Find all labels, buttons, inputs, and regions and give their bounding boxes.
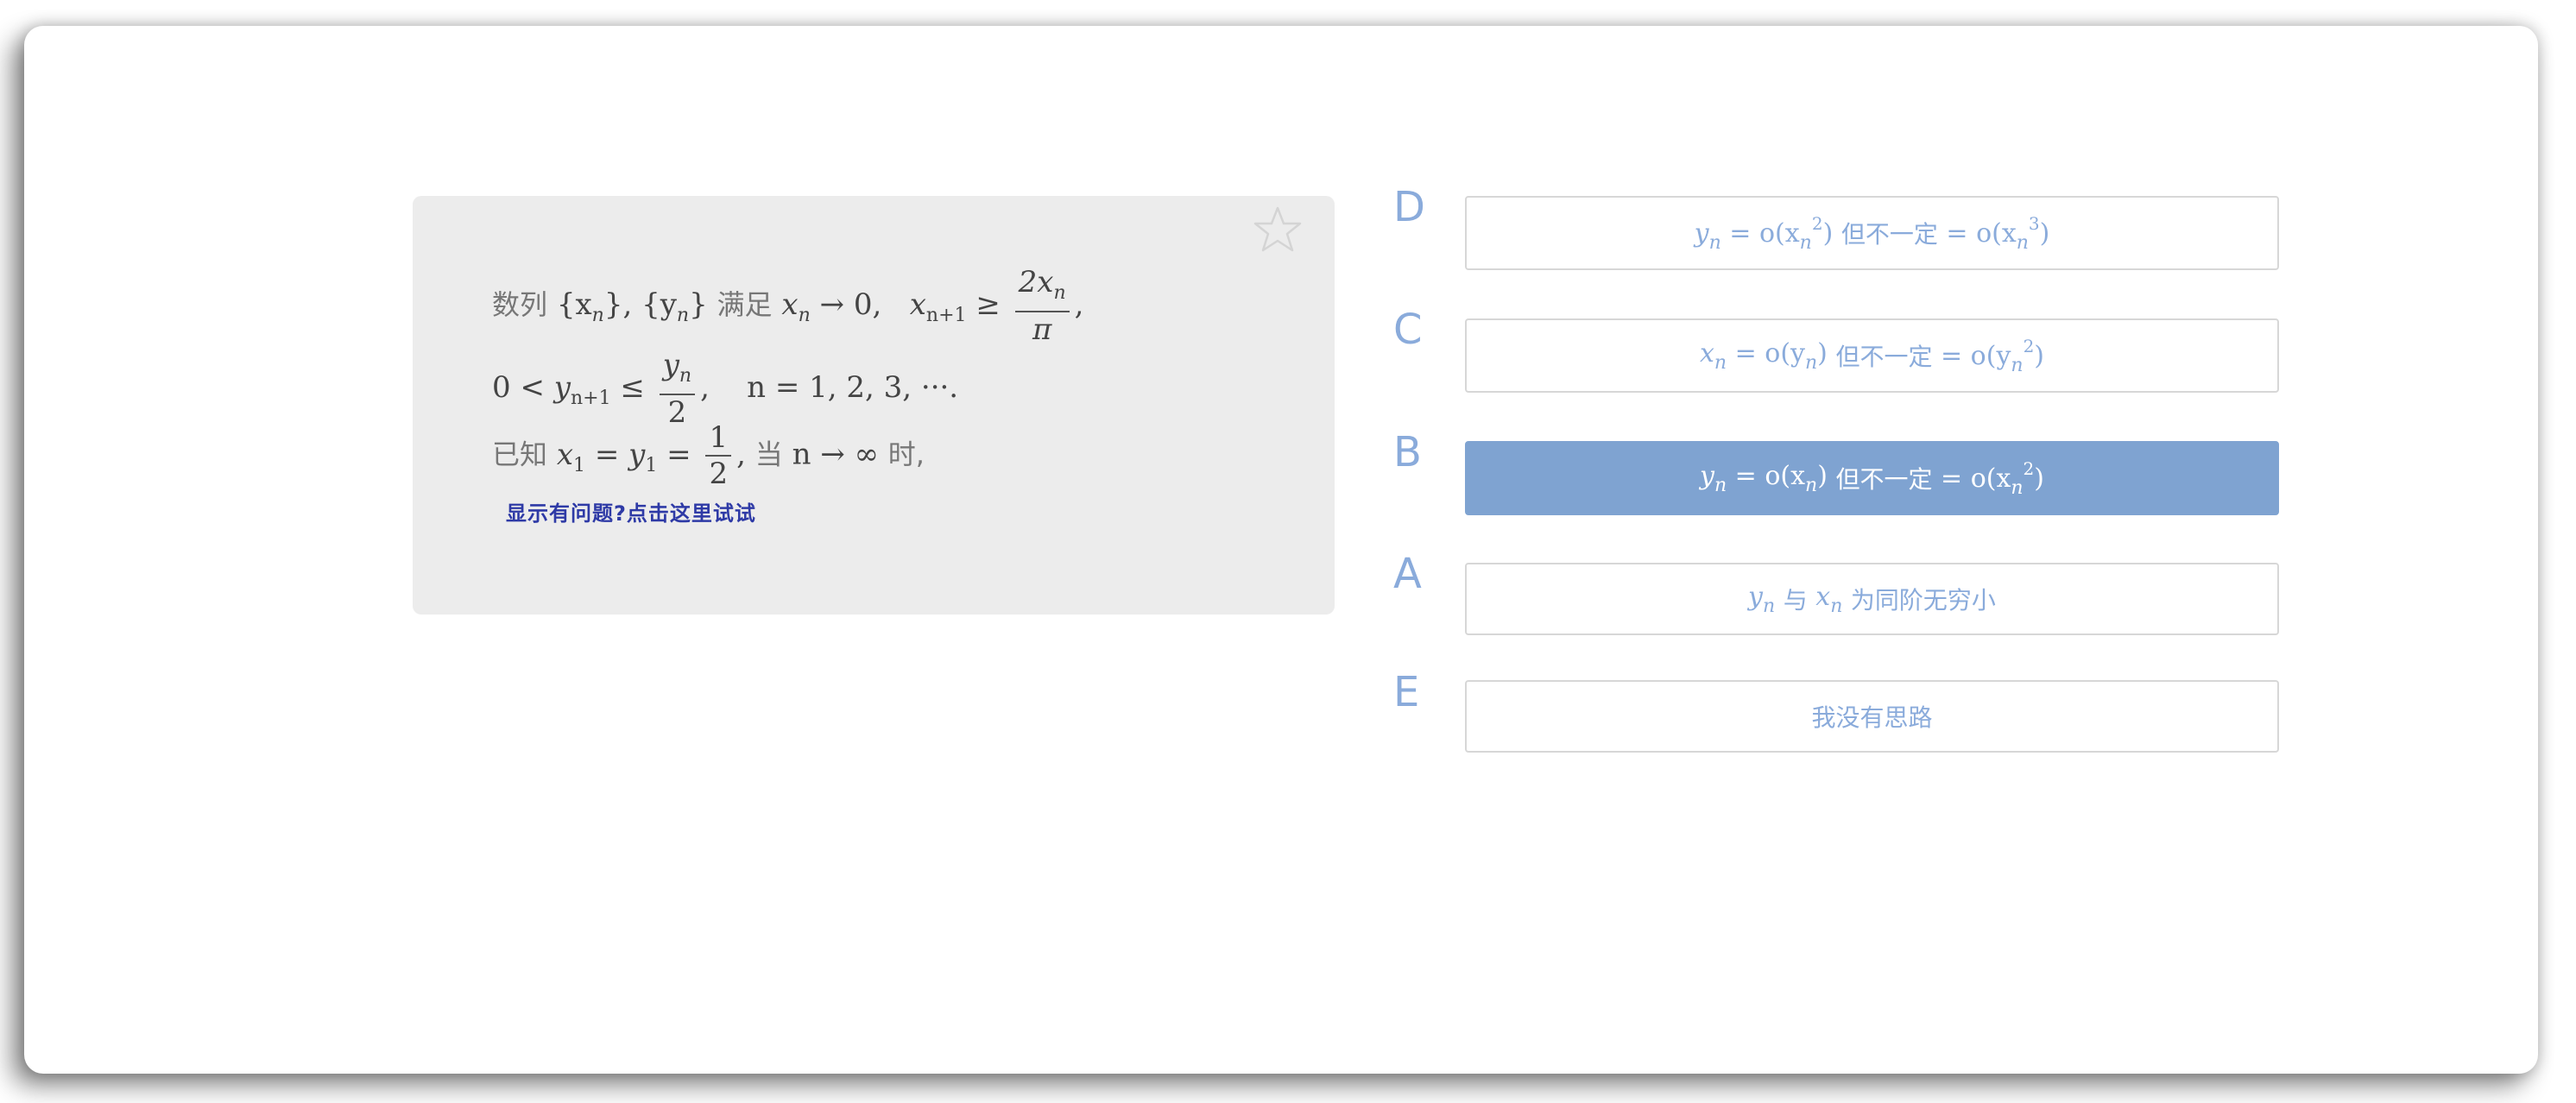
- subscript: n: [798, 305, 811, 326]
- math-var: x: [1699, 337, 1714, 369]
- math-var: x: [1815, 581, 1831, 612]
- math-eq: = o(x: [1734, 460, 1806, 491]
- question-text: 数列: [492, 288, 548, 321]
- subscript: n: [1805, 351, 1818, 374]
- superscript: 2: [2023, 335, 2035, 356]
- math-xn-set: {x: [556, 287, 592, 322]
- math-var: x: [781, 287, 799, 322]
- question-line-2: 0 < yn+1 ≤ yn 2, n = 1, 2, 3, ···.: [492, 348, 958, 430]
- superscript: 3: [2028, 212, 2040, 234]
- math-eq: =: [666, 437, 691, 472]
- math-close: ): [1817, 337, 1828, 369]
- fraction: yn 2: [659, 348, 696, 430]
- frac-numerator: 2x: [1018, 265, 1054, 299]
- option-text: 我没有思路: [1811, 703, 1933, 732]
- option-letter-a: A: [1393, 550, 1422, 598]
- math-leq: ≤: [620, 370, 645, 405]
- math-var: x: [556, 437, 574, 472]
- subscript: 1: [573, 454, 586, 476]
- math-var: y: [1748, 581, 1763, 612]
- superscript: 2: [1811, 212, 1823, 234]
- math-eq: =: [594, 437, 620, 472]
- subscript: n: [2011, 476, 2024, 499]
- math-range: n = 1, 2, 3, ···.: [747, 370, 959, 405]
- math-var: y: [628, 437, 646, 472]
- math-var: x: [909, 287, 926, 322]
- frac-numerator: y: [662, 348, 679, 382]
- math-close: ): [2034, 463, 2044, 494]
- question-text: 满足: [717, 288, 773, 321]
- fraction: 12: [705, 420, 732, 491]
- math-arrow: → 0,: [819, 287, 882, 322]
- math-lt: 0 <: [492, 370, 545, 405]
- subscript: n+1: [925, 305, 967, 326]
- subscript: n: [1830, 595, 1843, 617]
- option-e-button[interactable]: 我没有思路: [1465, 680, 2279, 753]
- frac-denominator: 2: [709, 457, 729, 491]
- option-c-button[interactable]: xn = o(yn) 但不一定 = o(yn2): [1465, 318, 2279, 393]
- option-letter-e: E: [1393, 668, 1420, 716]
- math-eq: = o(x: [1941, 463, 2011, 494]
- option-b-button[interactable]: yn = o(xn) 但不一定 = o(xn2): [1465, 441, 2279, 515]
- option-text: 为同阶无穷小: [1850, 586, 1996, 615]
- question-text: 已知: [492, 438, 548, 471]
- math-close: ): [2039, 217, 2050, 249]
- math-close: }: [689, 287, 708, 322]
- option-text: 但不一定: [1840, 220, 1938, 249]
- star-outline-icon[interactable]: [1252, 205, 1304, 256]
- subscript: 1: [645, 454, 658, 476]
- fraction: 2xn π: [1014, 265, 1070, 347]
- option-d-button[interactable]: yn = o(xn2) 但不一定 = o(xn3): [1465, 196, 2279, 270]
- math-yn-set: {y: [641, 287, 677, 322]
- question-line-3: 已知 x1 = y1 = 12, 当 n → ∞ 时,: [492, 420, 925, 491]
- math-var: y: [1694, 217, 1709, 249]
- math-tail: ,: [700, 370, 710, 405]
- question-line-1: 数列 {xn}, {yn} 满足 xn → 0, xn+1 ≥ 2xn π,: [492, 265, 1083, 347]
- option-letter-d: D: [1393, 183, 1425, 231]
- math-eq: = o(x: [1729, 217, 1800, 249]
- main-window: 数列 {xn}, {yn} 满足 xn → 0, xn+1 ≥ 2xn π, 0 …: [66, 29, 2538, 1065]
- subscript: n: [1714, 474, 1727, 496]
- subscript: n: [1708, 231, 1721, 254]
- subscript: n: [1799, 231, 1812, 254]
- subscript: n: [2016, 231, 2029, 254]
- question-card: 数列 {xn}, {yn} 满足 xn → 0, xn+1 ≥ 2xn π, 0 …: [413, 196, 1335, 615]
- math-eq: = o(x: [1946, 217, 2017, 249]
- option-letter-c: C: [1393, 306, 1423, 354]
- math-eq: = o(y: [1734, 337, 1805, 369]
- subscript: n: [679, 365, 692, 387]
- math-close: }: [603, 287, 623, 322]
- math-tail: ,: [1074, 287, 1084, 322]
- option-text: 与: [1783, 586, 1808, 615]
- option-text: 但不一定: [1835, 465, 1933, 494]
- math-close: ): [2034, 340, 2045, 371]
- frac-denominator: π: [1032, 312, 1052, 347]
- superscript: 2: [2023, 457, 2035, 479]
- subscript: n: [676, 305, 690, 326]
- math-close: ): [1822, 217, 1834, 249]
- math-close: ): [1817, 460, 1828, 491]
- math-limit: n → ∞: [792, 437, 879, 472]
- subscript: n: [1805, 474, 1818, 496]
- subscript: n: [1053, 282, 1066, 304]
- math-geq: ≥: [975, 287, 1001, 322]
- display-help-link[interactable]: 显示有问题?点击这里试试: [506, 496, 756, 526]
- math-comma: ,: [736, 437, 746, 472]
- subscript: n: [2011, 354, 2024, 376]
- subscript: n+1: [570, 388, 611, 409]
- subscript: n: [591, 305, 604, 326]
- option-text: 但不一定: [1835, 343, 1933, 371]
- math-eq: = o(y: [1941, 340, 2011, 371]
- option-letter-b: B: [1393, 428, 1422, 476]
- question-text: 时,: [887, 438, 925, 471]
- option-a-button[interactable]: yn 与 xn 为同阶无穷小: [1465, 563, 2279, 635]
- subscript: n: [1714, 351, 1727, 374]
- math-var: y: [553, 370, 571, 405]
- math-var: y: [1699, 460, 1714, 491]
- subscript: n: [1763, 595, 1776, 617]
- question-text: 当: [754, 438, 783, 471]
- frac-numerator: 1: [705, 420, 732, 457]
- math-comma: ,: [622, 287, 633, 322]
